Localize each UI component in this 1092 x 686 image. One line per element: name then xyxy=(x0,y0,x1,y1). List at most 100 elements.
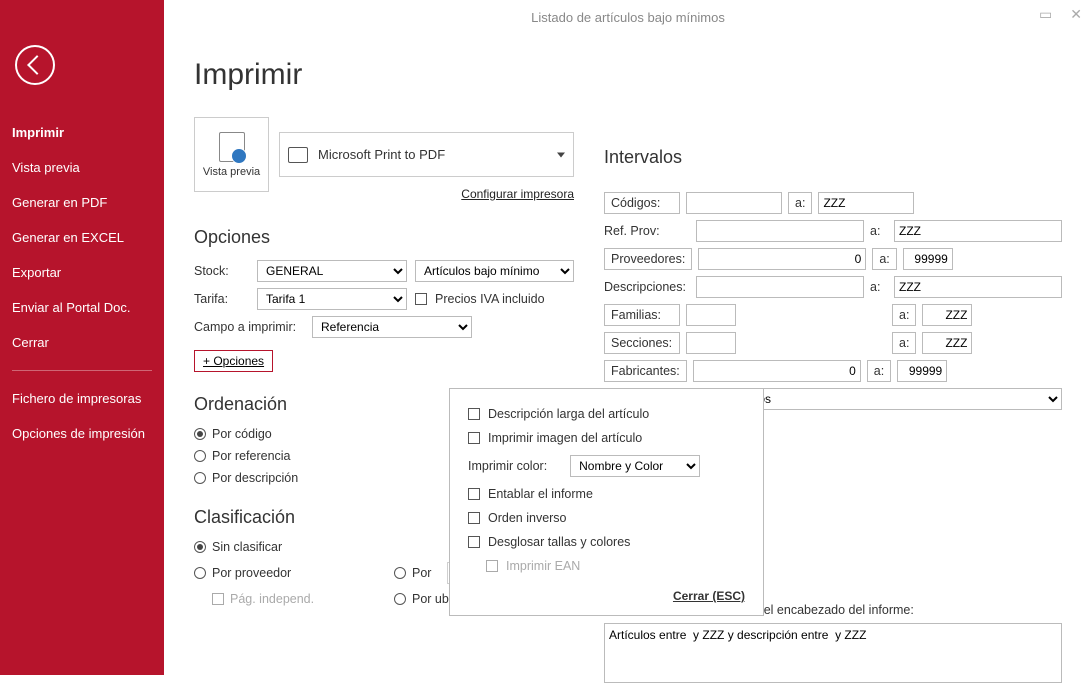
clasif-proveedor-label: Por proveedor xyxy=(212,566,291,580)
radio-icon xyxy=(194,428,206,440)
opciones-popup: Descripción larga del artículo Imprimir … xyxy=(449,388,764,616)
printer-name: Microsoft Print to PDF xyxy=(318,147,445,162)
close-icon[interactable]: ✕ xyxy=(1070,6,1082,23)
entablar-label: Entablar el informe xyxy=(488,487,593,501)
checkbox-icon xyxy=(468,512,480,524)
clasif-sin-radio[interactable]: Sin clasificar xyxy=(194,540,374,554)
printer-select[interactable]: Microsoft Print to PDF xyxy=(279,132,574,177)
a-label: a: xyxy=(870,277,888,297)
desc-larga-label: Descripción larga del artículo xyxy=(488,407,649,421)
fabricantes-from-input[interactable] xyxy=(693,360,861,382)
iva-label: Precios IVA incluido xyxy=(435,292,545,306)
familias-label: Familias: xyxy=(604,304,680,326)
radio-icon xyxy=(194,541,206,553)
secciones-from-input[interactable] xyxy=(686,332,736,354)
encabezado-textarea[interactable]: Artículos entre y ZZZ y descripción entr… xyxy=(604,623,1062,683)
pag-independ-checkbox: Pág. independ. xyxy=(212,592,374,606)
popup-desc-larga-row[interactable]: Descripción larga del artículo xyxy=(468,407,745,421)
iva-checkbox[interactable] xyxy=(415,293,427,305)
sidebar-item-cerrar[interactable]: Cerrar xyxy=(0,325,164,360)
page-title: Imprimir xyxy=(194,58,1062,92)
checkbox-icon xyxy=(486,560,498,572)
sidebar-item-fichero-impresoras[interactable]: Fichero de impresoras xyxy=(0,381,164,416)
imagen-articulo-label: Imprimir imagen del artículo xyxy=(488,431,642,445)
sidebar-item-vista-previa[interactable]: Vista previa xyxy=(0,150,164,185)
stock-label: Stock: xyxy=(194,264,249,278)
sidebar-item-imprimir[interactable]: Imprimir xyxy=(0,115,164,150)
sidebar-item-portal[interactable]: Enviar al Portal Doc. xyxy=(0,290,164,325)
descripciones-from-input[interactable] xyxy=(696,276,864,298)
vista-previa-label: Vista previa xyxy=(203,166,260,178)
minimize-icon[interactable]: ▭ xyxy=(1039,6,1052,23)
proveedores-label: Proveedores: xyxy=(604,248,692,270)
back-arrow-icon xyxy=(27,55,47,75)
secciones-label: Secciones: xyxy=(604,332,680,354)
imprimir-color-select[interactable]: Nombre y Color xyxy=(570,455,700,477)
campo-select[interactable]: Referencia xyxy=(312,316,472,338)
sidebar: Imprimir Vista previa Generar en PDF Gen… xyxy=(0,0,164,675)
familias-from-input[interactable] xyxy=(686,304,736,326)
popup-ean-row: Imprimir EAN xyxy=(486,559,745,573)
radio-icon xyxy=(394,567,406,579)
popup-entablar-row[interactable]: Entablar el informe xyxy=(468,487,745,501)
orden-codigo-label: Por código xyxy=(212,427,272,441)
campo-label: Campo a imprimir: xyxy=(194,320,304,334)
a-label: a: xyxy=(892,304,916,326)
a-label: a: xyxy=(872,248,896,270)
refprov-label: Ref. Prov: xyxy=(604,221,690,241)
opciones-heading: Opciones xyxy=(194,227,574,248)
sidebar-item-opciones-impresion[interactable]: Opciones de impresión xyxy=(0,416,164,451)
orden-descripcion-label: Por descripción xyxy=(212,471,298,485)
clasif-por-label: Por xyxy=(412,566,431,580)
sidebar-item-pdf[interactable]: Generar en PDF xyxy=(0,185,164,220)
a-label: a: xyxy=(788,192,812,214)
mas-opciones-button[interactable]: + Opciones xyxy=(194,350,273,372)
codigos-from-input[interactable] xyxy=(686,192,782,214)
a-label: a: xyxy=(892,332,916,354)
codigos-to-input[interactable] xyxy=(818,192,914,214)
popup-inverso-row[interactable]: Orden inverso xyxy=(468,511,745,525)
codigos-label: Códigos: xyxy=(604,192,680,214)
popup-desglosar-row[interactable]: Desglosar tallas y colores xyxy=(468,535,745,549)
window-controls: ▭ ✕ xyxy=(1039,6,1082,23)
popup-close-link[interactable]: Cerrar (ESC) xyxy=(673,589,745,603)
chevron-down-icon xyxy=(557,152,565,157)
orden-inverso-label: Orden inverso xyxy=(488,511,567,525)
radio-icon xyxy=(194,567,206,579)
refprov-from-input[interactable] xyxy=(696,220,864,242)
main-area: Listado de artículos bajo mínimos ▭ ✕ Im… xyxy=(164,0,1092,675)
vista-previa-button[interactable]: Vista previa xyxy=(194,117,269,192)
radio-icon xyxy=(394,593,406,605)
proveedores-from-input[interactable] xyxy=(698,248,866,270)
back-button[interactable] xyxy=(15,45,55,85)
articulos-select[interactable]: Todos xyxy=(730,388,1062,410)
stock-select[interactable]: GENERAL xyxy=(257,260,407,282)
imprimir-color-label: Imprimir color: xyxy=(468,459,547,473)
intervalos-heading: Intervalos xyxy=(604,147,1062,168)
familias-to-input[interactable] xyxy=(922,304,972,326)
popup-imagen-row[interactable]: Imprimir imagen del artículo xyxy=(468,431,745,445)
clasif-sin-label: Sin clasificar xyxy=(212,540,282,554)
sidebar-item-excel[interactable]: Generar en EXCEL xyxy=(0,220,164,255)
tarifa-select[interactable]: Tarifa 1 xyxy=(257,288,407,310)
refprov-to-input[interactable] xyxy=(894,220,1062,242)
configurar-impresora-link[interactable]: Configurar impresora xyxy=(279,187,574,201)
radio-icon xyxy=(194,450,206,462)
sidebar-separator xyxy=(12,370,152,371)
window-title: Listado de artículos bajo mínimos xyxy=(164,10,1092,28)
a-label: a: xyxy=(867,360,891,382)
fabricantes-label: Fabricantes: xyxy=(604,360,687,382)
clasif-proveedor-radio[interactable]: Por proveedor xyxy=(194,562,374,584)
checkbox-icon xyxy=(468,432,480,444)
checkbox-icon xyxy=(468,536,480,548)
filter-select[interactable]: Artículos bajo mínimo xyxy=(415,260,574,282)
sidebar-item-exportar[interactable]: Exportar xyxy=(0,255,164,290)
fabricantes-to-input[interactable] xyxy=(897,360,947,382)
proveedores-to-input[interactable] xyxy=(903,248,953,270)
pag-independ-label: Pág. independ. xyxy=(230,592,314,606)
descripciones-to-input[interactable] xyxy=(894,276,1062,298)
secciones-to-input[interactable] xyxy=(922,332,972,354)
radio-icon xyxy=(194,472,206,484)
a-label: a: xyxy=(870,221,888,241)
orden-referencia-label: Por referencia xyxy=(212,449,291,463)
